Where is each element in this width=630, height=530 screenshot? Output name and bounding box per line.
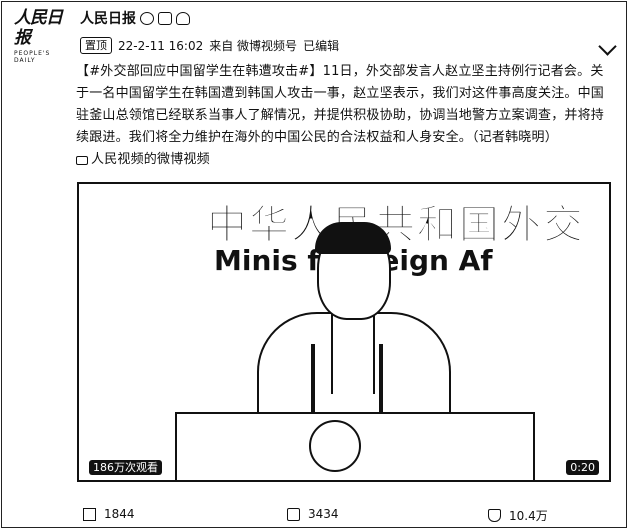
action-bar: 1844 3434 10.4万	[0, 500, 630, 530]
logo-subtitle: PEOPLE'S DAILY	[14, 50, 51, 64]
account-name[interactable]: 人民日报	[80, 8, 136, 28]
microphone	[311, 344, 315, 414]
national-emblem	[309, 420, 361, 472]
verified-icon[interactable]	[140, 11, 154, 25]
like-count: 10.4万	[509, 509, 548, 523]
account-header: 人民日报	[80, 8, 190, 28]
fan-icon[interactable]	[176, 11, 190, 25]
post-text: 【#外交部回应中国留学生在韩遭攻击#】11日，外交部发言人赵立坚主持例行记者会。…	[76, 61, 612, 173]
share-icon	[83, 507, 96, 521]
pinned-badge: 置顶	[80, 37, 112, 54]
comment-button[interactable]: 3434	[287, 507, 339, 521]
edited-label[interactable]: 已编辑	[303, 37, 339, 54]
speaker-hair	[315, 222, 391, 254]
video-player[interactable]: 中华人民共和国外交 Minis f Foreign Af 186万次观看 0:2…	[77, 182, 611, 482]
video-icon	[76, 155, 88, 165]
like-button[interactable]: 10.4万	[488, 507, 548, 524]
microphone	[379, 344, 383, 414]
comment-icon	[287, 507, 300, 521]
video-duration: 0:20	[566, 460, 599, 475]
comment-count: 3434	[308, 507, 339, 521]
video-link-label: 人民视频的微博视频	[91, 152, 210, 167]
video-link[interactable]: 人民视频的微博视频	[76, 149, 210, 171]
avatar[interactable]: 人民日报 PEOPLE'S DAILY	[14, 8, 66, 64]
post-meta: 置顶 22-2-11 16:02 来自 微博视频号 已编辑	[80, 37, 339, 54]
post-timestamp[interactable]: 22-2-11 16:02	[118, 39, 203, 53]
share-button[interactable]: 1844	[83, 507, 135, 521]
logo-text: 人民日报	[14, 8, 63, 48]
backdrop-chinese-text: 中华人民共和国外交	[207, 202, 585, 249]
view-count: 186万次观看	[89, 460, 162, 475]
speaker-shirt	[331, 314, 375, 394]
like-icon	[488, 509, 501, 522]
post-source[interactable]: 来自 微博视频号	[209, 37, 297, 54]
vip-icon[interactable]	[158, 11, 172, 25]
share-count: 1844	[104, 507, 135, 521]
hashtag-link[interactable]: 【#外交部回应中国留学生在韩遭攻击#】	[76, 64, 323, 79]
